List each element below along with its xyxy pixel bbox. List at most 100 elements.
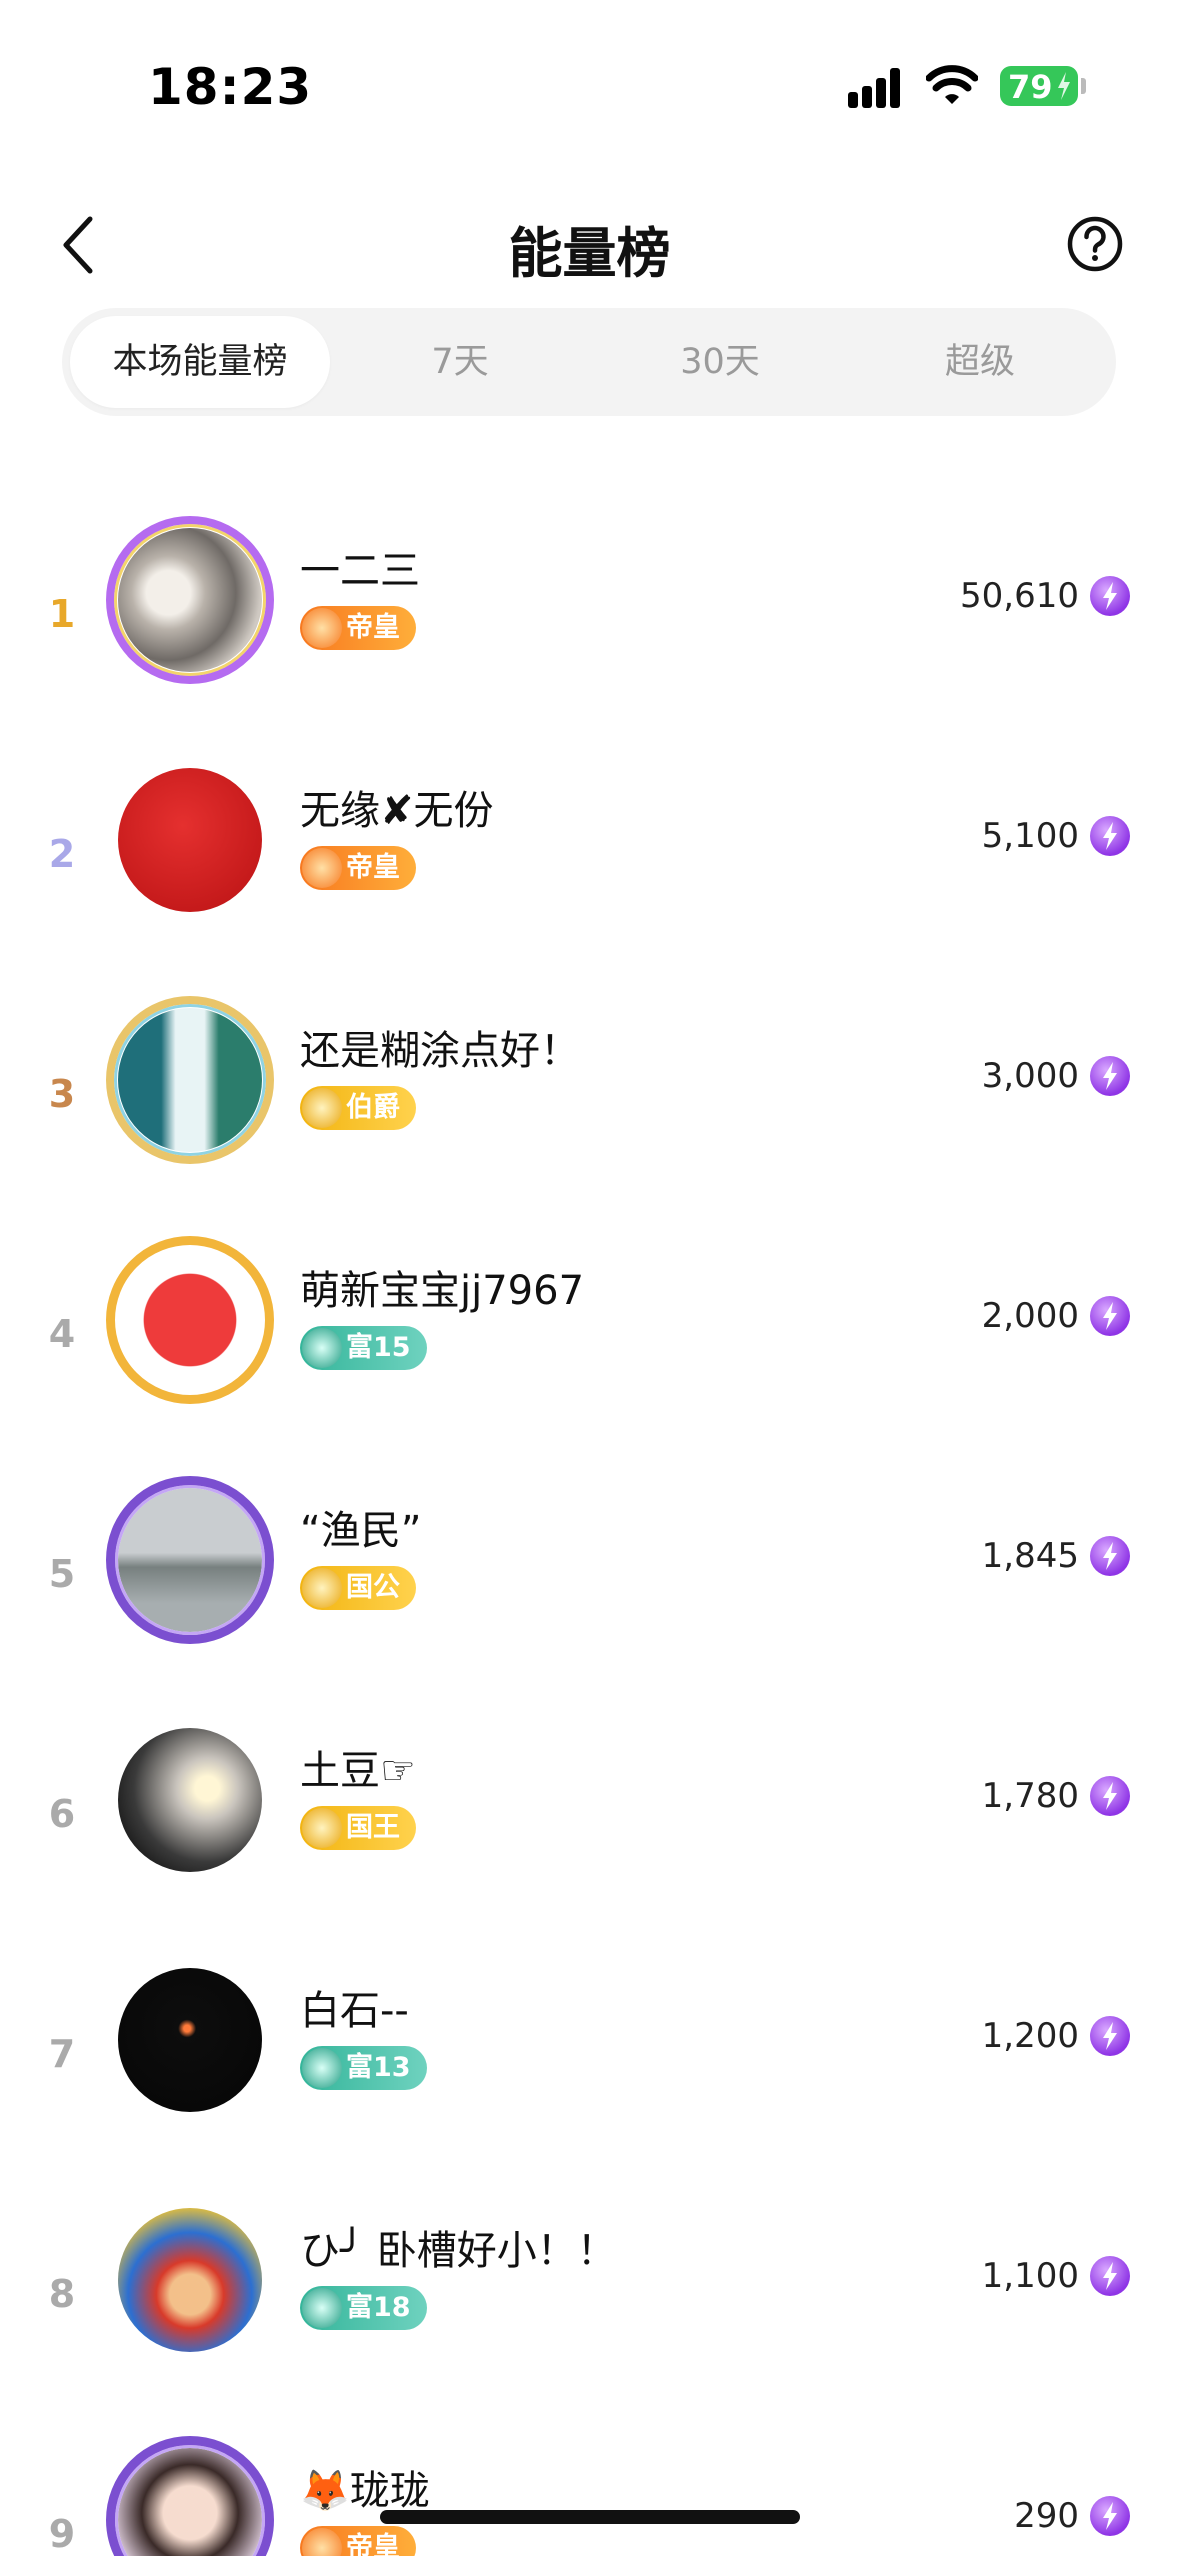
badge-label: 国公 [346, 1572, 400, 1603]
username: 白石-- [300, 1988, 409, 2034]
diamond-badge-icon [302, 848, 342, 888]
status-bar: 18:23 79 [0, 0, 1179, 150]
ranking-row[interactable]: 4 萌新宝宝jj7967 富15 2,000 [0, 1220, 1179, 1460]
gem-badge-icon [302, 1808, 342, 1848]
home-indicator[interactable] [380, 2510, 800, 2524]
charging-bolt-icon [1058, 72, 1070, 100]
energy-bolt-icon [1090, 2016, 1130, 2056]
avatar[interactable] [106, 1476, 274, 1644]
avatar[interactable] [106, 516, 274, 684]
avatar[interactable] [106, 996, 274, 1164]
battery-icon: 79 [1000, 66, 1078, 106]
ranking-row[interactable]: 9 🦊珑珑 帝皇 290 [0, 2420, 1179, 2556]
avatar-image [118, 2208, 262, 2352]
energy-score: 2,000 [981, 1296, 1079, 1336]
badge-label: 富13 [346, 2052, 411, 2083]
ranking-row[interactable]: 3 还是糊涂点好！ 伯爵 3,000 [0, 980, 1179, 1220]
battery-level: 79 [1008, 68, 1053, 106]
avatar[interactable] [106, 1236, 274, 1404]
gem-badge-icon [302, 1568, 342, 1608]
badge-label: 富18 [346, 2292, 411, 2323]
username: 还是糊涂点好！ [300, 1028, 580, 1074]
ranking-row[interactable]: 7 白石-- 富13 1,200 [0, 1940, 1179, 2180]
ranking-row[interactable]: 2 无缘✘无份 帝皇 5,100 [0, 740, 1179, 980]
rank-number: 3 [48, 1072, 76, 1116]
badge-label: 伯爵 [346, 1092, 400, 1123]
header: 能量榜 [0, 195, 1179, 295]
level-badge: 富15 [300, 1326, 427, 1370]
badge-label: 帝皇 [346, 852, 400, 883]
wealth-badge-icon [302, 2048, 342, 2088]
username: 🦊珑珑 [300, 2468, 430, 2514]
avatar-image [118, 528, 262, 672]
tab-current-session[interactable]: 本场能量榜 [70, 316, 330, 408]
energy-bolt-icon [1090, 816, 1130, 856]
avatar-image [118, 1968, 262, 2112]
username: 土豆☞ [300, 1748, 416, 1794]
rank-number: 6 [48, 1792, 76, 1836]
energy-score: 1,200 [981, 2016, 1079, 2056]
level-badge: 国王 [300, 1806, 416, 1850]
username: 无缘✘无份 [300, 788, 494, 834]
ranking-row[interactable]: 6 土豆☞ 国王 1,780 [0, 1700, 1179, 1940]
rank-number: 8 [48, 2272, 76, 2316]
avatar[interactable] [110, 1720, 270, 1880]
period-tabs: 本场能量榜 7天 30天 超级 [62, 308, 1116, 416]
energy-bolt-icon [1090, 2256, 1130, 2296]
energy-score: 5,100 [981, 816, 1079, 856]
rank-number: 1 [48, 592, 76, 636]
level-badge: 帝皇 [300, 846, 416, 890]
energy-score: 1,780 [981, 1776, 1079, 1816]
level-badge: 国公 [300, 1566, 416, 1610]
level-badge: 富13 [300, 2046, 427, 2090]
avatar[interactable] [110, 760, 270, 920]
energy-score: 1,845 [981, 1536, 1079, 1576]
avatar-image [118, 768, 262, 912]
energy-bolt-icon [1090, 2496, 1130, 2536]
energy-score: 290 [1014, 2496, 1079, 2536]
status-time: 18:23 [148, 58, 313, 116]
ranking-row[interactable]: 5 “渔民” 国公 1,845 [0, 1460, 1179, 1700]
page-title: 能量榜 [508, 222, 671, 285]
badge-label: 帝皇 [346, 2532, 400, 2556]
wifi-icon [926, 65, 978, 104]
cellular-signal-icon [848, 68, 910, 108]
avatar-image [118, 1728, 262, 1872]
battery-cap [1081, 78, 1086, 94]
rank-number: 7 [48, 2032, 76, 2076]
energy-score: 50,610 [960, 576, 1079, 616]
wealth-badge-icon [302, 1328, 342, 1368]
avatar[interactable] [106, 2436, 274, 2556]
avatar[interactable] [110, 2200, 270, 2360]
level-badge: 帝皇 [300, 606, 416, 650]
diamond-badge-icon [302, 2528, 342, 2556]
energy-bolt-icon [1090, 1776, 1130, 1816]
username: “渔民” [300, 1508, 422, 1554]
level-badge: 富18 [300, 2286, 427, 2330]
rank-number: 5 [48, 1552, 76, 1596]
badge-label: 国王 [346, 1812, 400, 1843]
level-badge: 伯爵 [300, 1086, 416, 1130]
energy-bolt-icon [1090, 576, 1130, 616]
level-badge: 帝皇 [300, 2526, 416, 2556]
ranking-row[interactable]: 8 ひ╯ 卧槽好小！！ 富18 1,100 [0, 2180, 1179, 2420]
rank-number: 4 [48, 1312, 76, 1356]
ranking-row[interactable]: 1 一二三 帝皇 50,610 [0, 500, 1179, 740]
avatar[interactable] [110, 1960, 270, 2120]
badge-label: 帝皇 [346, 612, 400, 643]
rank-number: 2 [48, 832, 76, 876]
tab-super[interactable]: 超级 [850, 316, 1110, 408]
username: 萌新宝宝jj7967 [300, 1268, 585, 1314]
energy-bolt-icon [1090, 1536, 1130, 1576]
help-question-icon[interactable] [1066, 215, 1124, 273]
diamond-badge-icon [302, 608, 342, 648]
wealth-badge-icon [302, 2288, 342, 2328]
energy-bolt-icon [1090, 1056, 1130, 1096]
tab-30-days[interactable]: 30天 [590, 316, 850, 408]
rank-number: 9 [48, 2512, 76, 2556]
energy-bolt-icon [1090, 1296, 1130, 1336]
badge-label: 富15 [346, 1332, 411, 1363]
tab-7-days[interactable]: 7天 [330, 316, 590, 408]
gem-badge-icon [302, 1088, 342, 1128]
avatar-image [118, 2448, 262, 2556]
